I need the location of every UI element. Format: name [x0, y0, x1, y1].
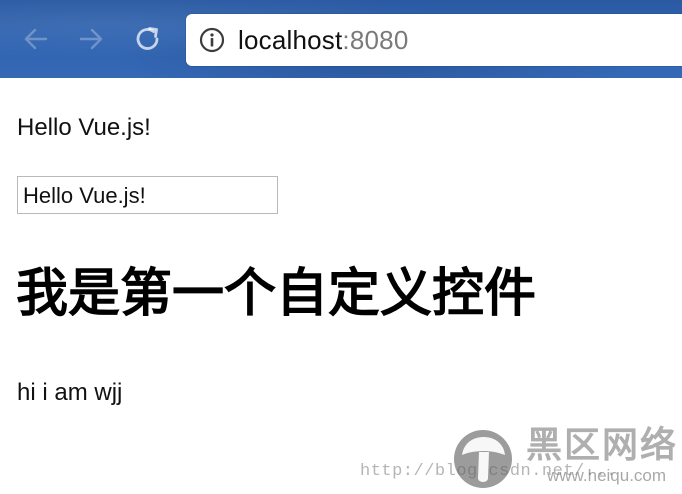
reload-icon — [133, 24, 163, 54]
mushroom-logo-icon — [450, 428, 516, 490]
message-input[interactable] — [17, 176, 278, 214]
back-button[interactable] — [19, 22, 53, 56]
component-text: hi i am wjj — [17, 379, 123, 406]
arrow-left-icon — [22, 25, 50, 53]
message-text: Hello Vue.js! — [17, 114, 151, 141]
browser-window: localhost:8080 Hello Vue.js! 我是第一个自定义控件 … — [0, 0, 682, 494]
arrow-right-icon — [77, 25, 105, 53]
watermark-domain: www.heiqu.com — [547, 466, 667, 485]
component-heading: 我是第一个自定义控件 — [16, 264, 537, 324]
url-port: :8080 — [342, 25, 409, 55]
reload-button[interactable] — [131, 22, 165, 56]
address-text[interactable]: localhost:8080 — [238, 25, 409, 55]
browser-toolbar: localhost:8080 — [0, 0, 682, 78]
address-bar[interactable]: localhost:8080 — [186, 14, 682, 66]
url-host: localhost — [238, 25, 343, 55]
info-circle-icon[interactable] — [199, 27, 225, 53]
watermark-brand: 黑区网络 — [526, 425, 679, 466]
forward-button[interactable] — [74, 22, 108, 56]
